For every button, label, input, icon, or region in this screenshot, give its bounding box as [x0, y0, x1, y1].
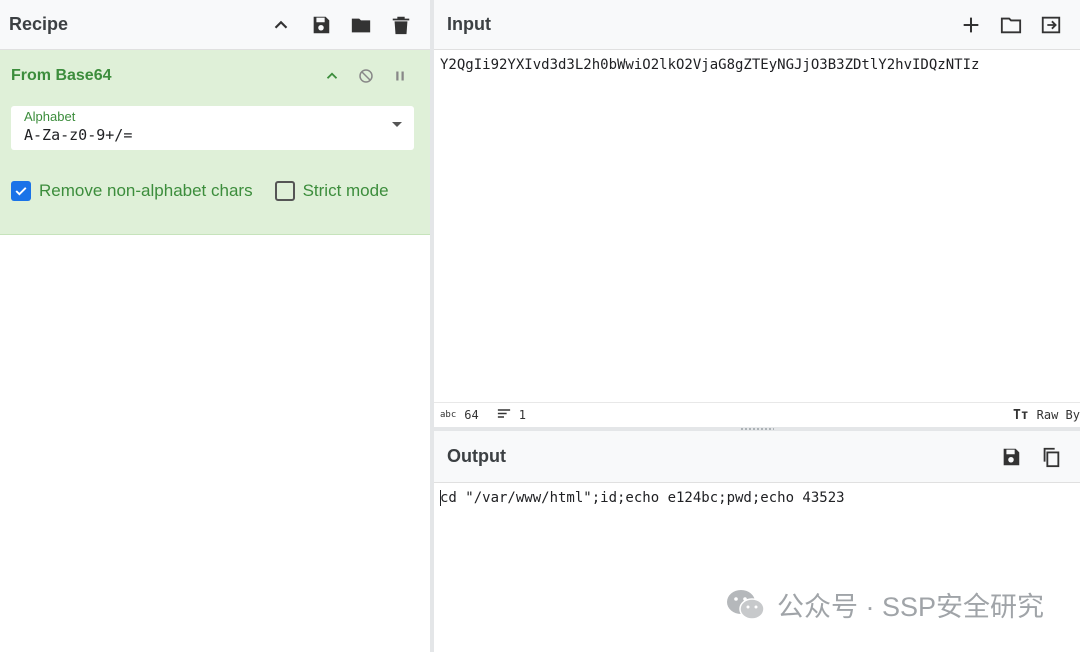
lines-icon	[497, 408, 511, 422]
remove-non-alphabet-checkbox[interactable]	[11, 181, 31, 201]
wechat-icon	[726, 589, 765, 620]
input-text[interactable]: Y2QgIi92YXIvd3d3L2h0bWwiO2lkO2VjaG8gZTEy…	[434, 50, 1080, 80]
recipe-title: Recipe	[9, 14, 69, 34]
operation-controls	[322, 66, 410, 86]
recipe-header-icons	[270, 14, 430, 36]
remove-non-alphabet-label[interactable]: Remove non-alphabet chars	[39, 181, 253, 201]
length-indicator: abc 64	[440, 408, 479, 422]
input-encoding: Raw By	[1036, 408, 1080, 422]
output-title: Output	[447, 446, 506, 466]
caret-down-icon[interactable]	[392, 122, 402, 127]
io-pane: Input Y2QgIi92YXIvd3d3L2h0bWwiO2lkO2VjaG…	[434, 0, 1080, 652]
open-folder-icon[interactable]	[1000, 14, 1022, 36]
save-output-icon[interactable]	[1000, 446, 1022, 468]
output-header: Output	[434, 431, 1080, 483]
encoding-indicator[interactable]: Tт Raw By	[1013, 403, 1080, 427]
alphabet-select[interactable]: Alphabet A-Za-z0-9+/=	[11, 106, 414, 150]
input-title: Input	[447, 14, 491, 34]
strict-mode-checkbox[interactable]	[274, 181, 295, 201]
input-header: Input	[434, 0, 1080, 50]
copy-icon[interactable]	[1040, 446, 1062, 468]
input-header-icons	[960, 14, 1080, 36]
text-size-icon: Tт	[1012, 407, 1029, 423]
output-header-icons	[1000, 446, 1080, 468]
chevron-up-icon[interactable]	[322, 66, 342, 86]
io-divider[interactable]	[434, 427, 1080, 431]
save-icon[interactable]	[310, 14, 332, 36]
operation-from-base64: From Base64 Alphabet A-Za-z0-9+/= Remove…	[0, 50, 430, 235]
operation-name: From Base64	[11, 67, 112, 84]
lines-indicator: 1	[497, 408, 526, 422]
watermark-text: 公众号 · SSP安全研究	[776, 592, 1044, 622]
output-textarea[interactable]: cd "/var/www/html";id;echo e124bc;pwd;ec…	[434, 483, 1080, 653]
plus-icon[interactable]	[960, 14, 982, 36]
folder-icon[interactable]	[350, 14, 372, 36]
trash-icon[interactable]	[390, 14, 412, 36]
output-text-row[interactable]: cd "/var/www/html";id;echo e124bc;pwd;ec…	[434, 483, 1080, 513]
alphabet-value: A-Za-z0-9+/=	[24, 126, 133, 144]
output-text[interactable]: cd "/var/www/html";id;echo e124bc;pwd;ec…	[440, 490, 845, 506]
replace-input-icon[interactable]	[1040, 14, 1062, 36]
resize-grip[interactable]	[740, 428, 774, 430]
input-length: 64	[464, 408, 479, 422]
pause-icon[interactable]	[390, 66, 410, 86]
chevron-up-icon[interactable]	[270, 14, 292, 36]
input-lines: 1	[518, 408, 526, 422]
disable-icon[interactable]	[356, 66, 376, 86]
recipe-header: Recipe	[0, 0, 430, 50]
strict-mode-label[interactable]: Strict mode	[303, 181, 389, 201]
input-status-bar: abc 64 1 Tт Raw By	[434, 402, 1080, 427]
alphabet-label: Alphabet	[24, 109, 76, 124]
watermark: 公众号 · SSP安全研究	[725, 585, 1044, 624]
recipe-pane: Recipe From Base64 Alphabet A-Za-z0-9+/=…	[0, 0, 430, 652]
input-textarea[interactable]: Y2QgIi92YXIvd3d3L2h0bWwiO2lkO2VjaG8gZTEy…	[434, 50, 1080, 402]
text-length-icon: abc	[440, 410, 457, 420]
checkbox-row: Remove non-alphabet chars Strict mode	[11, 181, 389, 201]
